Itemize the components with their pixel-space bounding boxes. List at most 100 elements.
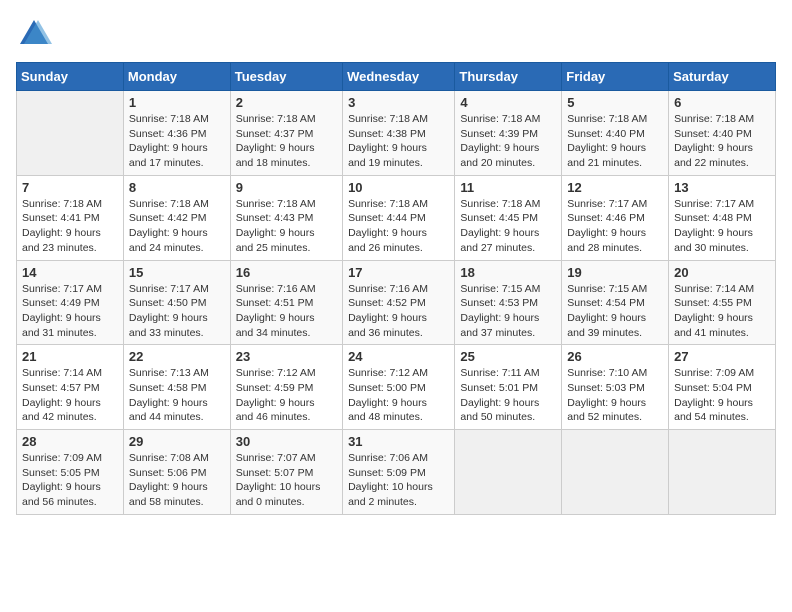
day-info: Sunrise: 7:16 AMSunset: 4:51 PMDaylight:…: [236, 282, 337, 341]
day-number: 31: [348, 434, 449, 449]
calendar-week-2: 7 Sunrise: 7:18 AMSunset: 4:41 PMDaylight…: [17, 175, 776, 260]
day-number: 25: [460, 349, 556, 364]
day-info: Sunrise: 7:18 AMSunset: 4:37 PMDaylight:…: [236, 112, 337, 171]
calendar-cell: 2 Sunrise: 7:18 AMSunset: 4:37 PMDaylight…: [230, 91, 342, 176]
calendar-table: SundayMondayTuesdayWednesdayThursdayFrid…: [16, 62, 776, 515]
day-number: 10: [348, 180, 449, 195]
header-tuesday: Tuesday: [230, 63, 342, 91]
header-thursday: Thursday: [455, 63, 562, 91]
header-monday: Monday: [123, 63, 230, 91]
calendar-cell: 1Sunrise: 7:18 AMSunset: 4:36 PMDaylight…: [123, 91, 230, 176]
calendar-cell: 11 Sunrise: 7:18 AMSunset: 4:45 PMDayligh…: [455, 175, 562, 260]
day-info: Sunrise: 7:12 AMSunset: 5:00 PMDaylight:…: [348, 366, 449, 425]
calendar-cell: 18 Sunrise: 7:15 AMSunset: 4:53 PMDayligh…: [455, 260, 562, 345]
calendar-week-5: 28 Sunrise: 7:09 AMSunset: 5:05 PMDayligh…: [17, 430, 776, 515]
calendar-cell: 22 Sunrise: 7:13 AMSunset: 4:58 PMDayligh…: [123, 345, 230, 430]
day-number: 23: [236, 349, 337, 364]
header-friday: Friday: [562, 63, 669, 91]
day-number: 12: [567, 180, 663, 195]
day-info: Sunrise: 7:18 AMSunset: 4:45 PMDaylight:…: [460, 197, 556, 256]
day-info: Sunrise: 7:17 AMSunset: 4:50 PMDaylight:…: [129, 282, 225, 341]
day-info: Sunrise: 7:07 AMSunset: 5:07 PMDaylight:…: [236, 451, 337, 510]
calendar-cell: 8 Sunrise: 7:18 AMSunset: 4:42 PMDaylight…: [123, 175, 230, 260]
header-saturday: Saturday: [669, 63, 776, 91]
calendar-cell: 7 Sunrise: 7:18 AMSunset: 4:41 PMDaylight…: [17, 175, 124, 260]
day-number: 14: [22, 265, 118, 280]
day-info: Sunrise: 7:09 AMSunset: 5:04 PMDaylight:…: [674, 366, 770, 425]
calendar-cell: 31 Sunrise: 7:06 AMSunset: 5:09 PMDayligh…: [343, 430, 455, 515]
calendar-cell: 13Sunrise: 7:17 AMSunset: 4:48 PMDayligh…: [669, 175, 776, 260]
day-number: 9: [236, 180, 337, 195]
day-info: Sunrise: 7:18 AMSunset: 4:39 PMDaylight:…: [460, 112, 556, 171]
day-number: 6: [674, 95, 770, 110]
calendar-cell: [669, 430, 776, 515]
calendar-cell: 17Sunrise: 7:16 AMSunset: 4:52 PMDayligh…: [343, 260, 455, 345]
day-info: Sunrise: 7:18 AMSunset: 4:44 PMDaylight:…: [348, 197, 449, 256]
calendar-week-4: 21 Sunrise: 7:14 AMSunset: 4:57 PMDayligh…: [17, 345, 776, 430]
calendar-cell: 4 Sunrise: 7:18 AMSunset: 4:39 PMDaylight…: [455, 91, 562, 176]
day-number: 29: [129, 434, 225, 449]
day-number: 21: [22, 349, 118, 364]
day-number: 8: [129, 180, 225, 195]
day-info: Sunrise: 7:14 AMSunset: 4:57 PMDaylight:…: [22, 366, 118, 425]
day-info: Sunrise: 7:18 AMSunset: 4:36 PMDaylight:…: [129, 112, 225, 171]
page-header: [16, 16, 776, 52]
day-info: Sunrise: 7:18 AMSunset: 4:42 PMDaylight:…: [129, 197, 225, 256]
day-info: Sunrise: 7:10 AMSunset: 5:03 PMDaylight:…: [567, 366, 663, 425]
day-number: 2: [236, 95, 337, 110]
calendar-cell: 3 Sunrise: 7:18 AMSunset: 4:38 PMDaylight…: [343, 91, 455, 176]
day-number: 7: [22, 180, 118, 195]
calendar-cell: 26Sunrise: 7:10 AMSunset: 5:03 PMDayligh…: [562, 345, 669, 430]
day-info: Sunrise: 7:18 AMSunset: 4:41 PMDaylight:…: [22, 197, 118, 256]
calendar-cell: [17, 91, 124, 176]
calendar-cell: 5Sunrise: 7:18 AMSunset: 4:40 PMDaylight…: [562, 91, 669, 176]
day-info: Sunrise: 7:15 AMSunset: 4:53 PMDaylight:…: [460, 282, 556, 341]
calendar-header-row: SundayMondayTuesdayWednesdayThursdayFrid…: [17, 63, 776, 91]
calendar-cell: 29 Sunrise: 7:08 AMSunset: 5:06 PMDayligh…: [123, 430, 230, 515]
day-number: 5: [567, 95, 663, 110]
day-number: 4: [460, 95, 556, 110]
day-number: 27: [674, 349, 770, 364]
day-number: 11: [460, 180, 556, 195]
day-number: 3: [348, 95, 449, 110]
calendar-cell: 27 Sunrise: 7:09 AMSunset: 5:04 PMDayligh…: [669, 345, 776, 430]
calendar-cell: 24 Sunrise: 7:12 AMSunset: 5:00 PMDayligh…: [343, 345, 455, 430]
day-info: Sunrise: 7:17 AMSunset: 4:49 PMDaylight:…: [22, 282, 118, 341]
day-number: 28: [22, 434, 118, 449]
calendar-cell: 20 Sunrise: 7:14 AMSunset: 4:55 PMDayligh…: [669, 260, 776, 345]
day-info: Sunrise: 7:06 AMSunset: 5:09 PMDaylight:…: [348, 451, 449, 510]
day-info: Sunrise: 7:18 AMSunset: 4:38 PMDaylight:…: [348, 112, 449, 171]
day-info: Sunrise: 7:17 AMSunset: 4:46 PMDaylight:…: [567, 197, 663, 256]
calendar-cell: 21 Sunrise: 7:14 AMSunset: 4:57 PMDayligh…: [17, 345, 124, 430]
day-info: Sunrise: 7:09 AMSunset: 5:05 PMDaylight:…: [22, 451, 118, 510]
day-number: 15: [129, 265, 225, 280]
day-info: Sunrise: 7:11 AMSunset: 5:01 PMDaylight:…: [460, 366, 556, 425]
calendar-cell: 25 Sunrise: 7:11 AMSunset: 5:01 PMDayligh…: [455, 345, 562, 430]
day-number: 13: [674, 180, 770, 195]
day-number: 18: [460, 265, 556, 280]
day-info: Sunrise: 7:18 AMSunset: 4:40 PMDaylight:…: [674, 112, 770, 171]
header-wednesday: Wednesday: [343, 63, 455, 91]
day-info: Sunrise: 7:13 AMSunset: 4:58 PMDaylight:…: [129, 366, 225, 425]
calendar-cell: 10 Sunrise: 7:18 AMSunset: 4:44 PMDayligh…: [343, 175, 455, 260]
day-number: 24: [348, 349, 449, 364]
day-number: 30: [236, 434, 337, 449]
day-number: 16: [236, 265, 337, 280]
logo-icon: [16, 16, 52, 52]
day-number: 20: [674, 265, 770, 280]
day-number: 17: [348, 265, 449, 280]
calendar-cell: 9Sunrise: 7:18 AMSunset: 4:43 PMDaylight…: [230, 175, 342, 260]
calendar-week-3: 14 Sunrise: 7:17 AMSunset: 4:49 PMDayligh…: [17, 260, 776, 345]
day-info: Sunrise: 7:14 AMSunset: 4:55 PMDaylight:…: [674, 282, 770, 341]
day-number: 19: [567, 265, 663, 280]
calendar-cell: [562, 430, 669, 515]
calendar-cell: 19 Sunrise: 7:15 AMSunset: 4:54 PMDayligh…: [562, 260, 669, 345]
day-info: Sunrise: 7:12 AMSunset: 4:59 PMDaylight:…: [236, 366, 337, 425]
calendar-cell: 14 Sunrise: 7:17 AMSunset: 4:49 PMDayligh…: [17, 260, 124, 345]
header-sunday: Sunday: [17, 63, 124, 91]
calendar-cell: 16 Sunrise: 7:16 AMSunset: 4:51 PMDayligh…: [230, 260, 342, 345]
day-info: Sunrise: 7:08 AMSunset: 5:06 PMDaylight:…: [129, 451, 225, 510]
day-number: 22: [129, 349, 225, 364]
calendar-cell: 6 Sunrise: 7:18 AMSunset: 4:40 PMDaylight…: [669, 91, 776, 176]
day-info: Sunrise: 7:15 AMSunset: 4:54 PMDaylight:…: [567, 282, 663, 341]
